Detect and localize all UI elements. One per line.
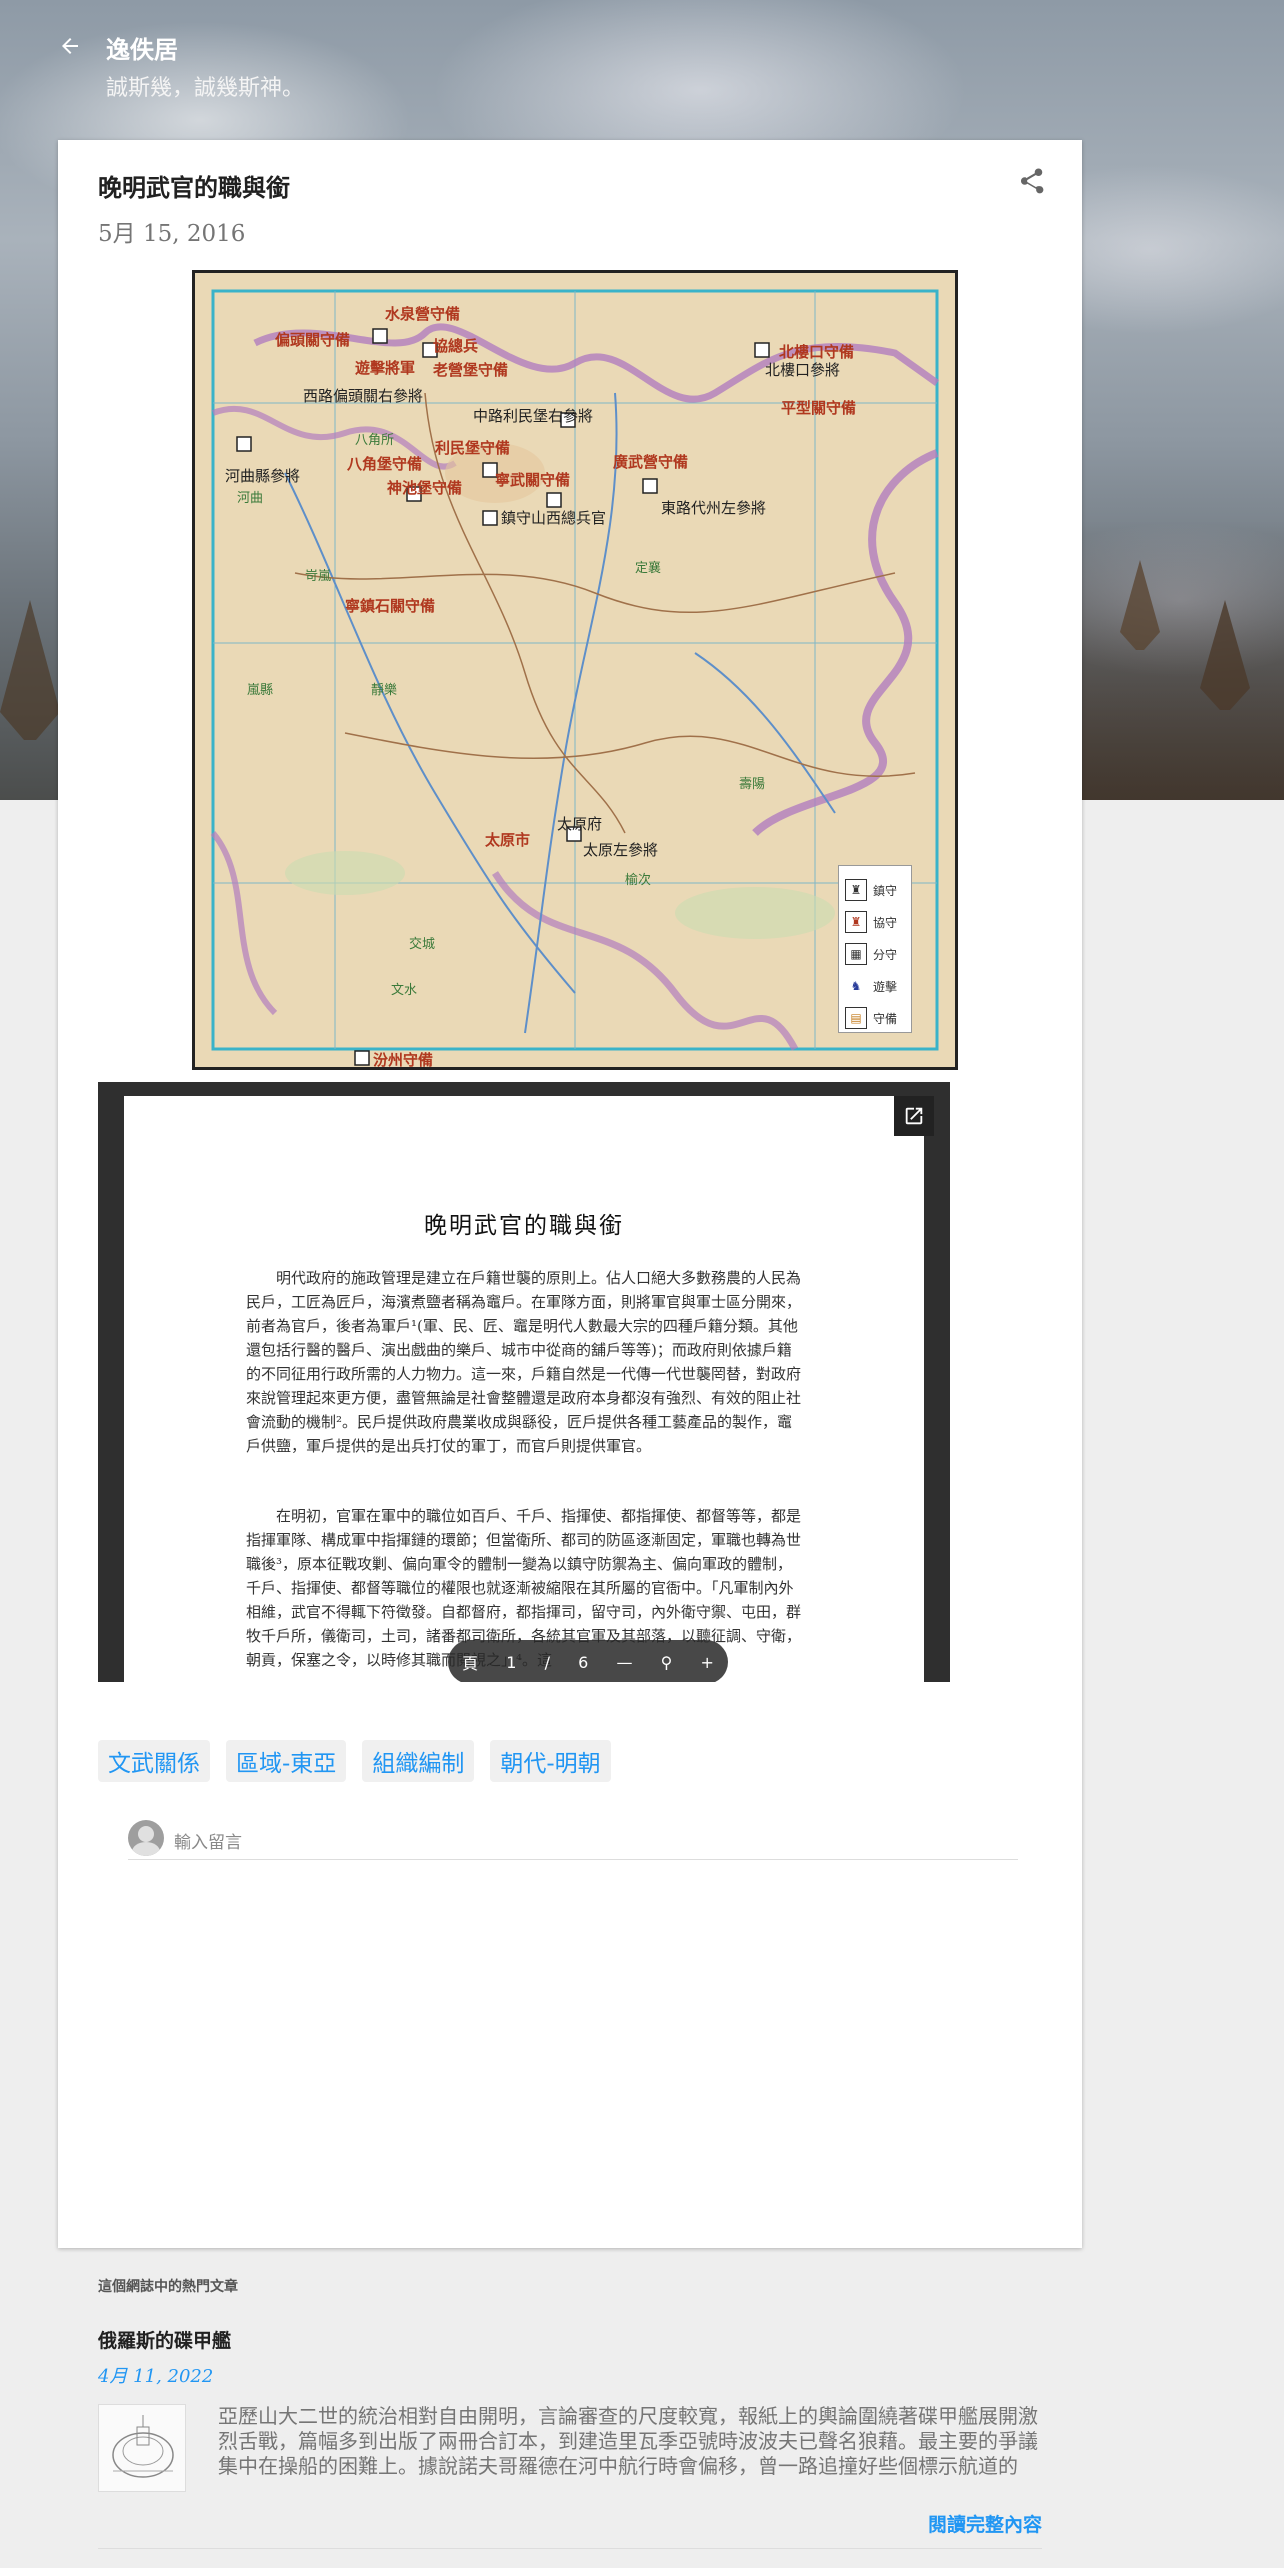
legend-item: ♞ 遊擊: [845, 970, 905, 1002]
map-label: 汾州守備: [373, 1051, 434, 1069]
map-label: 定襄: [635, 561, 662, 576]
map-label: 西路偏頭關右參將: [303, 387, 424, 405]
document-viewer[interactable]: 晚明武官的職與銜 明代政府的施政管理是建立在戶籍世襲的原則上。佔人口絕大多數務農…: [98, 1082, 950, 1682]
map-label: 中路利民堡右參將: [473, 407, 594, 425]
map-label: 河曲縣參將: [225, 467, 301, 485]
blog-description: 誠斯幾，誠幾斯神。: [106, 76, 305, 101]
map-label: 八角堡守備: [347, 455, 423, 473]
label-chip[interactable]: 朝代-明朝: [490, 1740, 611, 1782]
map-label: 遊擊將軍: [355, 359, 416, 377]
share-icon[interactable]: [1016, 166, 1046, 196]
map-label: 河曲: [237, 491, 264, 506]
zoom-in-button[interactable]: +: [701, 1653, 714, 1672]
map-label: 八角所: [355, 433, 395, 448]
map-label: 水泉營守備: [385, 305, 461, 323]
label-chip[interactable]: 組織編制: [362, 1740, 475, 1782]
header-painting-shore: [1080, 520, 1284, 800]
document-paragraph: 明代政府的施政管理是建立在戶籍世襲的原則上。佔人口絕大多數務農的人民為民戶，工匠…: [246, 1269, 802, 1455]
map-label: 壽陽: [739, 777, 766, 792]
page-separator: /: [544, 1652, 550, 1672]
avatar: [128, 1820, 164, 1856]
map-label: 太原左參將: [583, 841, 659, 859]
document-page[interactable]: 晚明武官的職與銜 明代政府的施政管理是建立在戶籍世襲的原則上。佔人口絕大多數務農…: [124, 1096, 924, 1682]
map-label: 靜樂: [371, 683, 398, 698]
divider: [98, 2548, 1042, 2549]
popular-posts: 這個網誌中的熱門文章 俄羅斯的碟甲艦 4月 11, 2022 亞歷山大二世的統治…: [98, 2276, 1042, 2549]
map-label: 寧武關守備: [495, 471, 571, 489]
page-label: 頁: [462, 1654, 479, 1673]
label-chip[interactable]: 區域-東亞: [226, 1740, 347, 1782]
map-label: 神池堡守備: [387, 479, 463, 497]
map-label: 交城: [409, 937, 436, 952]
read-more-link[interactable]: 閱讀完整內容: [928, 2510, 1042, 2537]
map-label: 文水: [391, 983, 418, 998]
document-title: 晚明武官的職與銜: [424, 1213, 624, 1239]
map-legend: ♜ 鎮守 ♜ 協守 ▦ 分守 ♞ 遊擊 ▤ 守備: [838, 865, 912, 1033]
ship-sketch-icon: [99, 2405, 185, 2491]
map-label: 老營堡守備: [433, 361, 509, 379]
blog-title[interactable]: 逸佚居: [106, 30, 178, 65]
horse-icon: ♞: [850, 979, 862, 993]
map-label: 偏頭關守備: [275, 331, 351, 349]
zoom-out-button[interactable]: —: [616, 1653, 632, 1672]
post-card: 晚明武官的職與銜 5月 15, 2016 水泉營守備 偏頭關守備 遊擊將軍 協總…: [58, 140, 1082, 2248]
map-label: 利民堡守備: [435, 439, 511, 457]
flag-icon: ▤: [845, 1007, 867, 1029]
comment-placeholder: 輸入留言: [174, 1833, 242, 1853]
map-label: 嵐縣: [247, 683, 274, 698]
map-label: 協總兵: [433, 337, 479, 355]
post-labels: 文武關係 區域-東亞 組織編制 朝代-明朝: [98, 1740, 611, 1782]
zoom-icon[interactable]: ⚲: [661, 1653, 673, 1672]
map-label: 榆次: [625, 873, 652, 888]
map-label: 北樓口參將: [765, 361, 841, 379]
legend-item: ♜ 協守: [845, 906, 905, 938]
back-arrow-icon[interactable]: [58, 34, 82, 58]
popular-post-snippet: 亞歷山大二世的統治相對自由開明，言論審查的尺度較寬，報紙上的輿論圍繞著碟甲艦展開…: [218, 2404, 1038, 2480]
page-total: 6: [578, 1652, 589, 1672]
map-label: 太原市: [485, 831, 531, 849]
map-label: 廣武營守備: [613, 453, 689, 471]
post-title: 晚明武官的職與銜: [98, 174, 290, 202]
comment-input[interactable]: 輸入留言: [128, 1820, 1018, 1860]
popout-icon[interactable]: [894, 1096, 934, 1136]
map-label: 東路代州左參將: [661, 499, 767, 517]
map-label: 岢嵐: [305, 569, 332, 584]
post-date: 5月 15, 2016: [98, 221, 246, 247]
legend-item: ♜ 鎮守: [845, 874, 905, 906]
popular-post-date[interactable]: 4月 11, 2022: [98, 2362, 213, 2388]
popular-post-title[interactable]: 俄羅斯的碟甲艦: [98, 2326, 231, 2353]
legend-item: ▦ 分守: [845, 938, 905, 970]
map-label: 鎮守山西總兵官: [501, 509, 607, 527]
legend-item: ▤ 守備: [845, 1002, 905, 1034]
map-label: 平型關守備: [781, 399, 857, 417]
page-current-input[interactable]: 1: [506, 1653, 516, 1672]
historical-map-image[interactable]: 水泉營守備 偏頭關守備 遊擊將軍 協總兵 老營堡守備 北樓口守備 西路偏頭關右參…: [192, 270, 958, 1070]
header-painting-ship: [0, 600, 60, 740]
castle-icon: ♜: [845, 879, 867, 901]
label-chip[interactable]: 文武關係: [98, 1740, 210, 1782]
popular-post-thumbnail[interactable]: [98, 2404, 186, 2492]
castle-red-icon: ♜: [845, 911, 867, 933]
popular-posts-heading: 這個網誌中的熱門文章: [98, 2279, 238, 2295]
map-label: 寧鎮石關守備: [345, 597, 436, 615]
fort-icon: ▦: [845, 943, 867, 965]
document-toolbar: 頁 1 / 6 — ⚲ +: [448, 1640, 728, 1682]
map-label: 太原府: [557, 815, 603, 833]
